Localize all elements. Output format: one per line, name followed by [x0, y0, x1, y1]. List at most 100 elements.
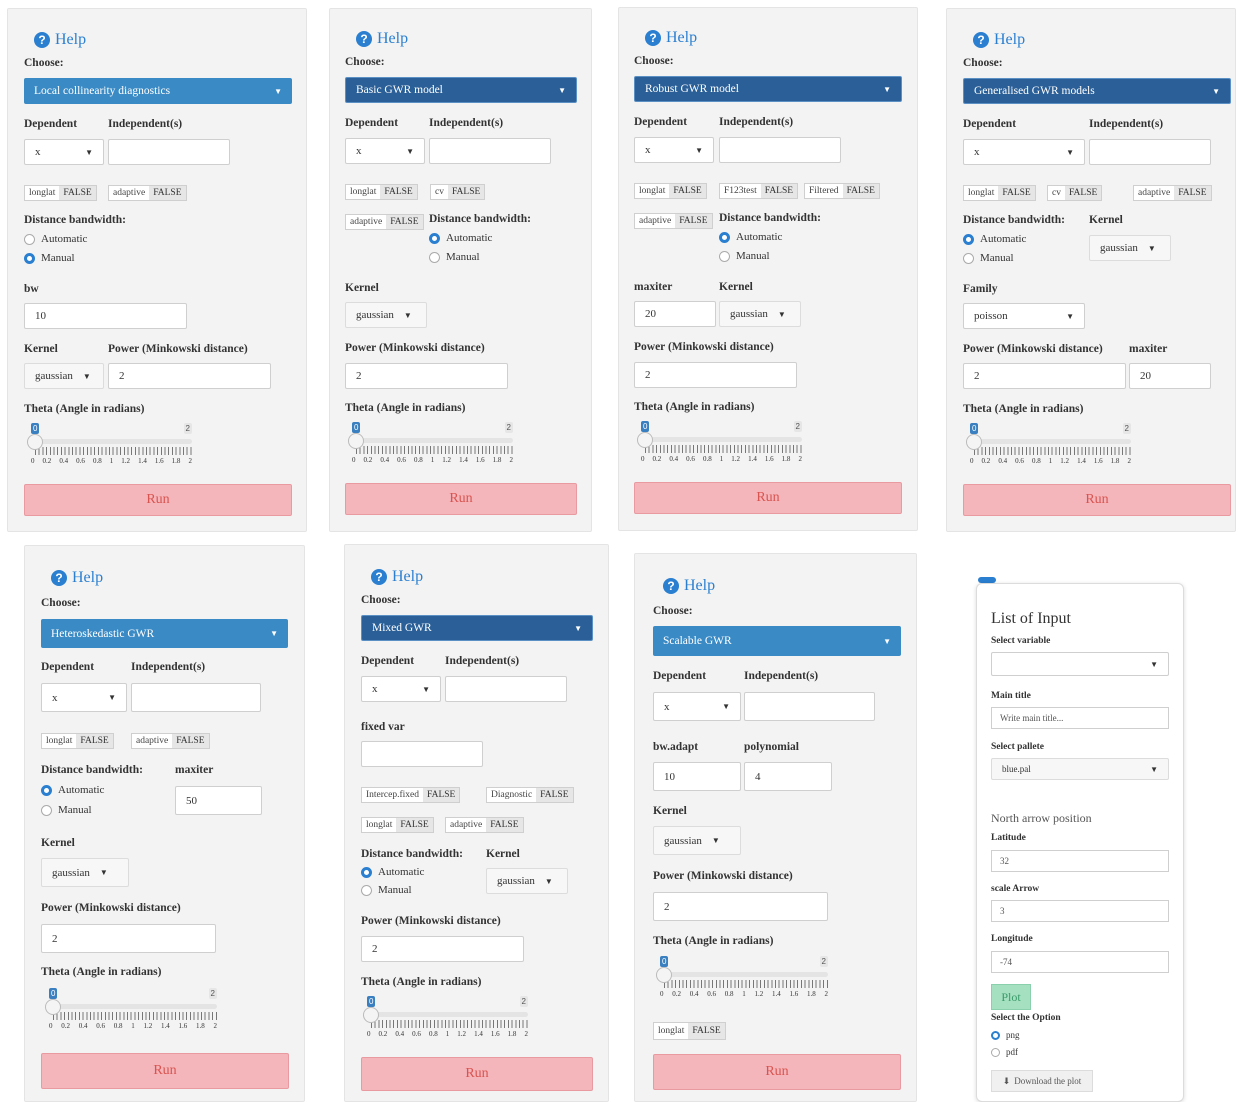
radio-automatic[interactable]: Automatic: [41, 784, 104, 796]
theta-slider[interactable]: 0 2 0 0.2 0.4 0.6 0.8 1 1.2 1.4 1.6 1.8 2: [45, 988, 217, 1032]
download-button[interactable]: ⬇ Download the plot: [991, 1070, 1093, 1092]
independent-input[interactable]: [108, 139, 230, 165]
radio-manual[interactable]: Manual: [719, 250, 770, 262]
cv-toggle[interactable]: cv FALSE: [430, 184, 486, 200]
filtered-toggle[interactable]: Filtered FALSE: [804, 183, 880, 199]
f123test-toggle[interactable]: F123test FALSE: [719, 183, 799, 199]
pallete-select[interactable]: blue.pal ▼: [991, 758, 1169, 780]
dependent-select[interactable]: x ▼: [634, 137, 714, 163]
dependent-select[interactable]: x ▼: [24, 139, 104, 165]
model-select[interactable]: Generalised GWR models ▼: [963, 78, 1231, 104]
adaptive-toggle[interactable]: adaptive FALSE: [634, 213, 713, 229]
radio-manual[interactable]: Manual: [963, 252, 1014, 264]
adaptive-toggle[interactable]: adaptive FALSE: [445, 817, 524, 833]
slider-handle[interactable]: [363, 1007, 379, 1023]
independent-input[interactable]: [131, 683, 261, 712]
theta-slider[interactable]: 0 2 0 0.2 0.4 0.6 0.8 1 1.2 1.4 1.6 1.8 2: [348, 422, 513, 466]
help-link[interactable]: ? Help: [371, 568, 423, 586]
run-button[interactable]: Run: [634, 482, 902, 514]
run-button[interactable]: Run: [345, 483, 577, 515]
main-title-input[interactable]: Write main title...: [991, 707, 1169, 729]
power-input[interactable]: 2: [108, 363, 271, 389]
radio-manual[interactable]: Manual: [24, 252, 75, 264]
independent-input[interactable]: [1089, 139, 1211, 165]
slider-handle[interactable]: [656, 967, 672, 983]
adaptive-toggle[interactable]: adaptive FALSE: [345, 214, 424, 230]
diagnostic-toggle[interactable]: Diagnostic FALSE: [486, 787, 574, 803]
dependent-select[interactable]: x ▼: [963, 139, 1085, 165]
kernel-select[interactable]: gaussian ▼: [486, 868, 568, 894]
run-button[interactable]: Run: [41, 1053, 289, 1089]
help-link[interactable]: ? Help: [973, 31, 1025, 49]
slider-handle[interactable]: [966, 434, 982, 450]
independent-input[interactable]: [445, 676, 567, 702]
slider-handle[interactable]: [637, 432, 653, 448]
slider-handle[interactable]: [348, 433, 364, 449]
longlat-toggle[interactable]: longlat FALSE: [345, 184, 418, 200]
dependent-select[interactable]: x ▼: [345, 138, 425, 164]
radio-automatic[interactable]: Automatic: [429, 232, 492, 244]
radio-automatic[interactable]: Automatic: [719, 231, 782, 243]
scale-arrow-input[interactable]: 3: [991, 900, 1169, 922]
help-link[interactable]: ? Help: [34, 31, 86, 49]
radio-png[interactable]: png: [991, 1030, 1020, 1040]
model-select[interactable]: Scalable GWR ▼: [653, 626, 901, 656]
theta-slider[interactable]: 0 2 0 0.2 0.4 0.6 0.8 1 1.2 1.4 1.6 1.8 2: [637, 421, 802, 465]
independent-input[interactable]: [744, 692, 875, 721]
longlat-toggle[interactable]: longlat FALSE: [24, 185, 97, 201]
help-link[interactable]: ? Help: [51, 569, 103, 587]
bw-input[interactable]: 10: [24, 303, 187, 329]
dependent-select[interactable]: x ▼: [361, 676, 441, 702]
polynomial-input[interactable]: 4: [744, 762, 832, 791]
radio-manual[interactable]: Manual: [429, 251, 480, 263]
help-link[interactable]: ? Help: [663, 577, 715, 595]
kernel-select[interactable]: gaussian ▼: [41, 858, 129, 887]
theta-slider[interactable]: 0 2 0 0.2 0.4 0.6 0.8 1 1.2 1.4 1.6 1.8 2: [656, 956, 828, 1000]
help-link[interactable]: ? Help: [356, 30, 408, 48]
select-variable-dropdown[interactable]: ▼: [991, 652, 1169, 676]
slider-handle[interactable]: [45, 999, 61, 1015]
longlat-toggle[interactable]: longlat FALSE: [41, 733, 114, 749]
plot-button[interactable]: Plot: [991, 984, 1031, 1010]
radio-automatic[interactable]: Automatic: [361, 866, 424, 878]
slider-handle[interactable]: [27, 434, 43, 450]
maxiter-input[interactable]: 50: [175, 786, 262, 815]
independent-input[interactable]: [719, 137, 841, 163]
dependent-select[interactable]: x ▼: [41, 683, 127, 712]
model-select[interactable]: Local collinearity diagnostics ▼: [24, 78, 292, 104]
kernel-select[interactable]: gaussian ▼: [345, 302, 427, 328]
kernel-select[interactable]: gaussian ▼: [24, 363, 104, 389]
longlat-toggle[interactable]: longlat FALSE: [361, 817, 434, 833]
bw-adapt-input[interactable]: 10: [653, 762, 741, 791]
power-input[interactable]: 2: [653, 892, 828, 921]
longlat-toggle[interactable]: longlat FALSE: [634, 183, 707, 199]
radio-automatic[interactable]: Automatic: [963, 233, 1026, 245]
radio-automatic[interactable]: Automatic: [24, 233, 87, 245]
independent-input[interactable]: [429, 138, 551, 164]
fixed-var-input[interactable]: [361, 741, 483, 767]
radio-manual[interactable]: Manual: [361, 884, 412, 896]
power-input[interactable]: 2: [41, 924, 216, 953]
theta-slider[interactable]: 0 2 0 0.2 0.4 0.6 0.8 1 1.2 1.4 1.6 1.8 2: [966, 423, 1131, 467]
run-button[interactable]: Run: [24, 484, 292, 516]
run-button[interactable]: Run: [361, 1057, 593, 1091]
maxiter-input[interactable]: 20: [1129, 363, 1211, 389]
longlat-toggle[interactable]: longlat FALSE: [653, 1022, 726, 1040]
run-button[interactable]: Run: [653, 1054, 901, 1090]
model-select[interactable]: Heteroskedastic GWR ▼: [41, 619, 288, 648]
adaptive-toggle[interactable]: adaptive FALSE: [1133, 185, 1212, 201]
adaptive-toggle[interactable]: adaptive FALSE: [108, 185, 187, 201]
latitude-input[interactable]: 32: [991, 850, 1169, 872]
model-select[interactable]: Basic GWR model ▼: [345, 77, 577, 103]
kernel-select[interactable]: gaussian ▼: [719, 301, 801, 327]
power-input[interactable]: 2: [963, 363, 1126, 389]
kernel-select[interactable]: gaussian ▼: [653, 826, 741, 855]
theta-slider[interactable]: 0 2 0 0.2 0.4 0.6 0.8 1 1.2 1.4 1.6 1.8 2: [363, 996, 528, 1040]
longitude-input[interactable]: -74: [991, 951, 1169, 973]
intercep-fixed-toggle[interactable]: Intercep.fixed FALSE: [361, 787, 461, 803]
adaptive-toggle[interactable]: adaptive FALSE: [131, 733, 210, 749]
dependent-select[interactable]: x ▼: [653, 692, 741, 721]
maxiter-input[interactable]: 20: [634, 301, 716, 327]
run-button[interactable]: Run: [963, 484, 1231, 516]
theta-slider[interactable]: 0 2 0 0.2 0.4 0.6 0.8 1 1.2 1.4 1.6 1.8 2: [27, 423, 192, 467]
